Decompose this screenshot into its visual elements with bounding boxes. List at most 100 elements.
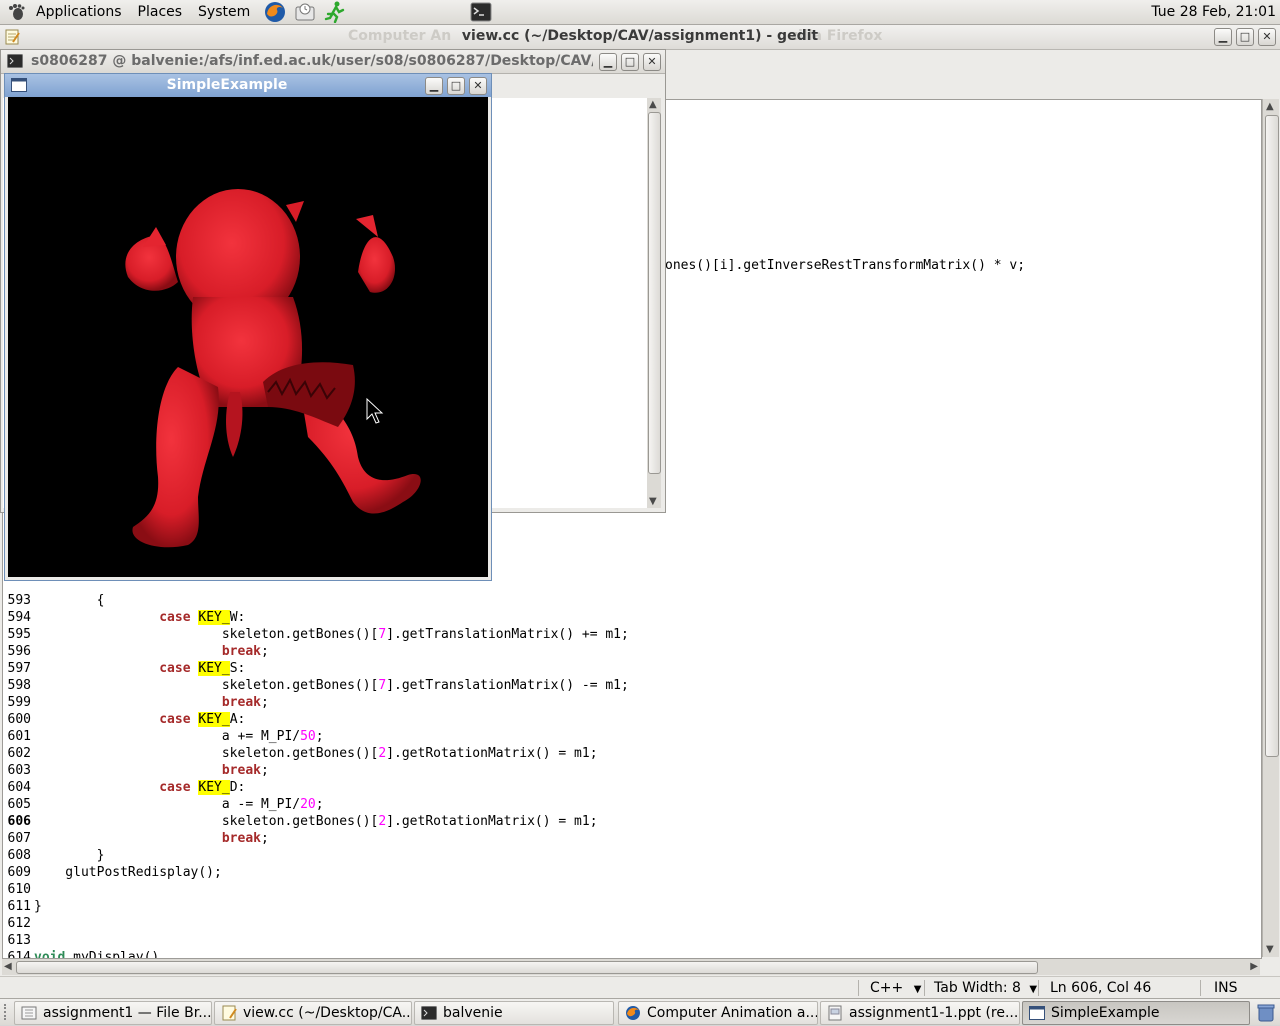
terminal-scrollbar[interactable]: ▲ ▼ <box>647 98 661 508</box>
close-button[interactable]: ✕ <box>469 77 487 95</box>
chevron-down-icon: ▼ <box>1029 984 1038 995</box>
terminal-icon[interactable] <box>468 1 494 23</box>
code-text: break; <box>221 695 269 710</box>
code-text: case KEY_A: <box>159 712 246 727</box>
code-text: case KEY_S: <box>159 661 246 676</box>
taskbar-item-label: balvenie <box>443 1005 503 1021</box>
gedit-titlebar[interactable]: Computer An zilla Firefox view.cc (~/Des… <box>0 25 1280 50</box>
line-number: 604 <box>7 780 31 795</box>
menu-applications[interactable]: Applications <box>28 0 130 24</box>
menu-system[interactable]: System <box>190 0 258 24</box>
terminal-scroll-thumb[interactable] <box>648 112 661 474</box>
scroll-down-arrow-icon[interactable]: ▼ <box>1266 944 1274 955</box>
taskbar-item-label: assignment1 — File Br... <box>43 1005 212 1021</box>
maximize-button[interactable]: □ <box>621 53 639 71</box>
trash-icon[interactable] <box>1256 1002 1276 1026</box>
code-line: 598 skeleton.getBones()[7].getTranslatio… <box>3 677 1261 694</box>
code-text: { <box>34 593 105 608</box>
line-number: 597 <box>7 661 31 676</box>
mouse-pointer-icon <box>366 397 384 424</box>
line-number: 609 <box>7 865 31 880</box>
terminal-titlebar[interactable]: s0806287 @ balvenie:/afs/inf.ed.ac.uk/us… <box>1 50 665 74</box>
firefox-icon[interactable] <box>262 1 288 23</box>
line-number: 614 <box>7 950 31 959</box>
code-text: void myDisplay() <box>34 950 160 959</box>
taskbar-item-gedit[interactable]: view.cc (~/Desktop/CA... <box>214 1001 412 1025</box>
code-text: a += M_PI/50; <box>34 729 324 744</box>
scroll-up-arrow-icon[interactable]: ▲ <box>1266 101 1274 112</box>
minimize-button[interactable]: ▁ <box>599 53 617 71</box>
taskbar-item-firefox[interactable]: Computer Animation a... <box>618 1001 818 1025</box>
show-desktop-handle-icon[interactable] <box>4 1004 10 1020</box>
code-line: 596 break; <box>3 643 1261 660</box>
scroll-up-arrow-icon[interactable]: ▲ <box>649 99 657 110</box>
code-line-partial: ones()[i].getInverseRestTransformMatrix(… <box>665 258 1026 273</box>
terminal-app-icon[interactable] <box>7 54 23 72</box>
code-text: break; <box>221 763 269 778</box>
window-icon <box>1029 1006 1045 1020</box>
code-text: a -= M_PI/20; <box>34 797 324 812</box>
folder-icon <box>21 1006 37 1020</box>
close-button[interactable]: ✕ <box>1258 28 1276 46</box>
taskbar-item-label: Computer Animation a... <box>647 1005 818 1021</box>
code-text: } <box>34 848 105 863</box>
horizontal-scroll-thumb[interactable] <box>16 961 1038 974</box>
running-man-icon[interactable] <box>322 1 348 23</box>
scroll-left-arrow-icon[interactable]: ◀ <box>4 961 12 972</box>
code-text: } <box>34 899 42 914</box>
editor-vertical-scrollbar[interactable]: ▲ ▼ <box>1262 99 1279 957</box>
maximize-button[interactable]: □ <box>447 77 465 95</box>
line-number: 600 <box>7 712 31 727</box>
line-number: 595 <box>7 627 31 642</box>
scroll-right-arrow-icon[interactable]: ▶ <box>1250 961 1258 972</box>
bottom-taskbar: assignment1 — File Br... view.cc (~/Desk… <box>0 998 1280 1025</box>
clock[interactable]: Tue 28 Feb, 21:01 <box>1151 0 1276 24</box>
code-line: 610 <box>3 881 1261 898</box>
gnome-foot-icon[interactable] <box>4 0 28 24</box>
maximize-button[interactable]: □ <box>1236 28 1254 46</box>
mail-icon[interactable] <box>292 1 318 23</box>
simpleexample-titlebar[interactable]: SimpleExample ▁ □ ✕ <box>5 74 491 97</box>
minimize-button[interactable]: ▁ <box>1214 28 1232 46</box>
minimize-button[interactable]: ▁ <box>425 77 443 95</box>
opengl-canvas[interactable] <box>8 97 488 577</box>
menu-places[interactable]: Places <box>130 0 191 24</box>
red-creature-model <box>125 189 421 548</box>
close-button[interactable]: ✕ <box>643 53 661 71</box>
code-line: 602 skeleton.getBones()[2].getRotationMa… <box>3 745 1261 762</box>
code-line: 614 void myDisplay() <box>3 949 1261 959</box>
code-text: skeleton.getBones()[7].getTranslationMat… <box>34 627 629 642</box>
line-number: 594 <box>7 610 31 625</box>
code-line: 603 break; <box>3 762 1261 779</box>
simpleexample-window: SimpleExample ▁ □ ✕ <box>4 73 492 581</box>
language-selector[interactable]: C++ ▼ <box>870 977 921 999</box>
line-number: 601 <box>7 729 31 744</box>
line-number: 608 <box>7 848 31 863</box>
line-number: 605 <box>7 797 31 812</box>
cursor-position: Ln 606, Col 46 <box>1050 980 1152 996</box>
line-number: 602 <box>7 746 31 761</box>
taskbar-item-presentation[interactable]: assignment1-1.ppt (re... <box>820 1001 1020 1025</box>
presentation-icon <box>828 1005 842 1021</box>
line-number: 611 <box>7 899 31 914</box>
taskbar-item-label: SimpleExample <box>1051 1005 1160 1021</box>
taskbar-item-file-browser[interactable]: assignment1 — File Br... <box>14 1001 212 1025</box>
code-line: 605 a -= M_PI/20; <box>3 796 1261 813</box>
editor-horizontal-scrollbar[interactable]: ◀ ▶ <box>2 959 1260 975</box>
scroll-down-arrow-icon[interactable]: ▼ <box>649 496 657 507</box>
vertical-scroll-thumb[interactable] <box>1265 115 1279 757</box>
code-line: 608 } <box>3 847 1261 864</box>
gedit-statusbar: C++ ▼ Tab Width: 8 ▼ Ln 606, Col 46 INS <box>0 976 1280 999</box>
line-number: 606 <box>7 814 31 829</box>
taskbar-item-simpleexample[interactable]: SimpleExample <box>1022 1001 1250 1025</box>
code-line: 594 case KEY_W: <box>3 609 1261 626</box>
taskbar-item-label: assignment1-1.ppt (re... <box>849 1005 1019 1021</box>
gedit-window-title: view.cc (~/Desktop/CAV/assignment1) - ge… <box>461 28 819 44</box>
line-number: 610 <box>7 882 31 897</box>
code-text: case KEY_D: <box>159 780 246 795</box>
taskbar-item-terminal[interactable]: balvenie <box>414 1001 614 1025</box>
tab-width-selector[interactable]: Tab Width: 8 ▼ <box>934 977 1037 999</box>
code-lines: 593 {594 case KEY_W: 595 skeleton.getBone… <box>3 592 1261 959</box>
code-line: 611} <box>3 898 1261 915</box>
line-number: 607 <box>7 831 31 846</box>
